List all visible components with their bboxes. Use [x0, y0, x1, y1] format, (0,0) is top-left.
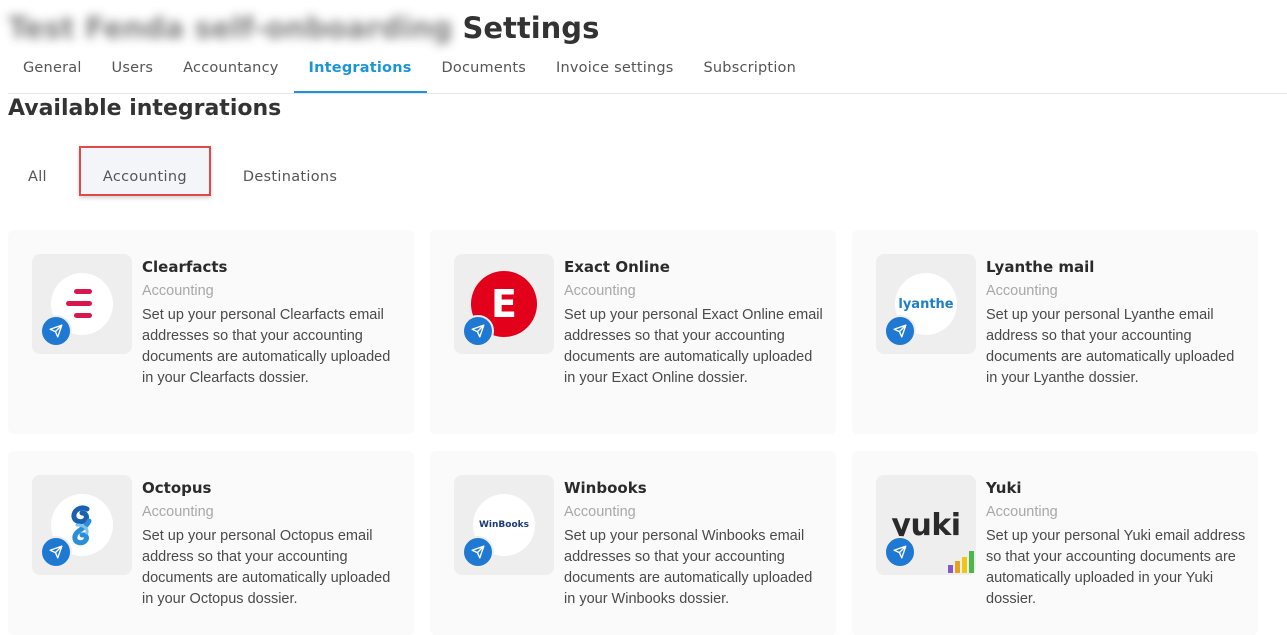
tab-users[interactable]: Users: [97, 52, 169, 92]
send-icon: [40, 536, 72, 568]
integration-description: Set up your personal Exact Online email …: [564, 307, 823, 386]
logo-box: [32, 254, 132, 354]
tab-invoice-settings[interactable]: Invoice settings: [541, 52, 688, 92]
integration-card-lyanthe-mail[interactable]: lyanthe Lyanthe mail Accounting Set up y…: [852, 230, 1258, 434]
integration-filters: All Accounting Destinations: [8, 146, 357, 196]
page-title: Settings: [462, 11, 600, 45]
logo-box: yuki: [876, 475, 976, 575]
integration-name: Octopus: [142, 479, 212, 497]
integration-description: Set up your personal Clearfacts email ad…: [142, 307, 391, 386]
integration-description: Set up your personal Winbooks email addr…: [564, 528, 813, 607]
logo-box: E: [454, 254, 554, 354]
integration-card-clearfacts[interactable]: Clearfacts Accounting Set up your person…: [8, 230, 414, 434]
send-icon: [462, 315, 494, 347]
tab-accountancy[interactable]: Accountancy: [168, 52, 293, 92]
send-icon: [462, 536, 494, 568]
integration-name: Clearfacts: [142, 258, 228, 276]
filter-destinations[interactable]: Destinations: [223, 146, 357, 196]
send-icon: [40, 315, 72, 347]
filter-accounting[interactable]: Accounting: [78, 146, 211, 196]
integration-category: Accounting: [986, 283, 1058, 299]
exact-logo-letter: E: [491, 282, 517, 326]
integration-name: Lyanthe mail: [986, 258, 1095, 276]
section-title: Available integrations: [8, 96, 282, 121]
filter-all[interactable]: All: [8, 146, 67, 196]
page-header: Test Fenda self-onboarding Settings: [8, 6, 599, 50]
tab-general[interactable]: General: [8, 52, 97, 92]
integration-description: Set up your personal Lyanthe email addre…: [986, 307, 1235, 386]
logo-box: WinBooks: [454, 475, 554, 575]
send-icon: [884, 536, 916, 568]
integration-name: Winbooks: [564, 479, 647, 497]
integration-name: Yuki: [986, 479, 1022, 497]
integration-category: Accounting: [142, 283, 214, 299]
integration-name: Exact Online: [564, 258, 670, 276]
lyanthe-logo-text: lyanthe: [898, 296, 954, 312]
logo-box: lyanthe: [876, 254, 976, 354]
company-name: Test Fenda self-onboarding: [8, 11, 453, 45]
yuki-bars-icon: [948, 551, 974, 573]
integration-category: Accounting: [986, 504, 1058, 520]
tab-subscription[interactable]: Subscription: [689, 52, 812, 92]
settings-tabs: General Users Accountancy Integrations D…: [8, 52, 1287, 94]
integration-card-yuki[interactable]: yuki Yuki Accounting Set up your persona…: [852, 451, 1258, 635]
logo-box: [32, 475, 132, 575]
integration-category: Accounting: [142, 504, 214, 520]
integration-category: Accounting: [564, 504, 636, 520]
winbooks-logo-text: WinBooks: [479, 520, 529, 530]
integration-category: Accounting: [564, 283, 636, 299]
integration-card-octopus[interactable]: Octopus Accounting Set up your personal …: [8, 451, 414, 635]
integration-card-exact-online[interactable]: E Exact Online Accounting Set up your pe…: [430, 230, 836, 434]
integration-description: Set up your personal Yuki email address …: [986, 528, 1246, 607]
tab-documents[interactable]: Documents: [427, 52, 541, 92]
tab-integrations[interactable]: Integrations: [293, 52, 427, 93]
send-icon: [884, 315, 916, 347]
integration-card-winbooks[interactable]: WinBooks Winbooks Accounting Set up your…: [430, 451, 836, 635]
integration-description: Set up your personal Octopus email addre…: [142, 528, 391, 607]
